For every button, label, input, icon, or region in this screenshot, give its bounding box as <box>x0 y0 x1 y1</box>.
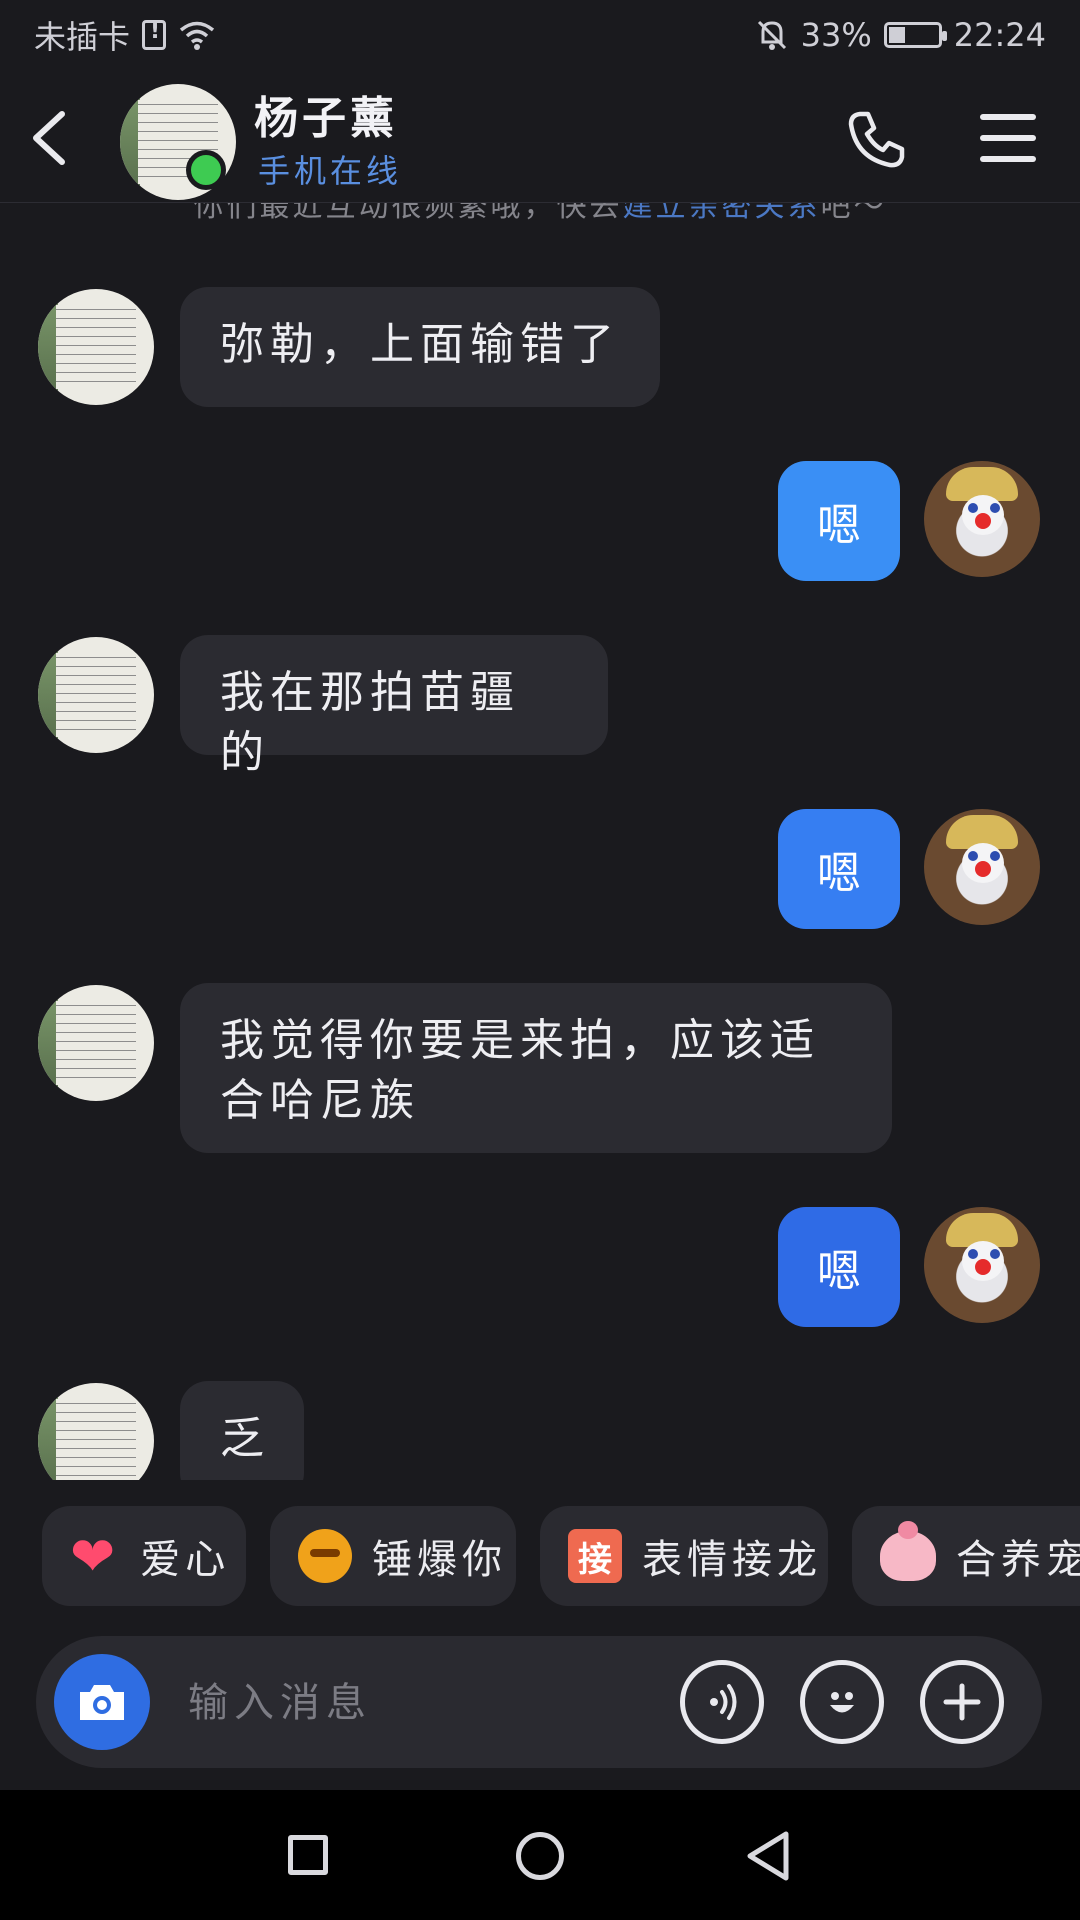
online-status: 手机在线 <box>258 152 403 190</box>
wifi-icon <box>179 21 215 50</box>
quick-reaction-love[interactable]: ❤ 爱心 <box>42 1506 246 1606</box>
contact-avatar[interactable] <box>38 1383 154 1480</box>
recent-apps-icon[interactable] <box>288 1835 328 1875</box>
camera-icon <box>80 1685 124 1720</box>
home-icon[interactable] <box>516 1832 564 1880</box>
quick-reaction-bar[interactable]: ❤ 爱心 锤爆你 接 表情接龙 合养宠物 <box>0 1506 1080 1610</box>
message-text: 我在那拍苗疆的 <box>220 667 520 778</box>
message-text: 我觉得你要是来拍，应该适合哈尼族 <box>220 1015 820 1126</box>
back-icon[interactable] <box>24 108 80 168</box>
jie-badge-text: 接 <box>568 1529 622 1583</box>
status-right: 33% 22:24 <box>755 16 1046 54</box>
intimacy-link[interactable]: 建立亲密关系 <box>623 203 821 224</box>
sim-alert-icon <box>142 19 167 50</box>
message-text: 嗯 <box>817 1246 861 1297</box>
message-text: 嗯 <box>817 848 861 899</box>
mute-bell-icon <box>757 20 786 50</box>
my-avatar[interactable] <box>924 461 1040 577</box>
contact-avatar[interactable] <box>38 637 154 753</box>
my-avatar[interactable] <box>924 809 1040 925</box>
incoming-message-bubble[interactable]: 我觉得你要是来拍，应该适合哈尼族 <box>180 983 892 1153</box>
message-input-bar <box>36 1636 1042 1768</box>
intimacy-hint: 你们最近互动很频繁哦，快去建立亲密关系吧～ <box>0 203 1080 225</box>
hint-suffix: 吧～ <box>820 203 887 224</box>
message-input[interactable] <box>186 1666 670 1740</box>
status-bar: 未插卡 33% 22:24 <box>0 0 1080 70</box>
status-left: 未插卡 <box>34 12 216 58</box>
emoji-button[interactable] <box>800 1660 884 1744</box>
online-indicator <box>186 150 226 190</box>
phone-call-icon[interactable] <box>846 108 908 170</box>
clock: 22:24 <box>953 16 1046 54</box>
angry-emoji-icon <box>298 1528 352 1584</box>
message-text: 弥勒，上面输错了 <box>220 319 620 370</box>
outgoing-message-bubble[interactable]: 嗯 <box>778 809 900 929</box>
battery-charging-icon <box>883 22 947 48</box>
outgoing-message-bubble[interactable]: 嗯 <box>778 1207 900 1327</box>
plus-button[interactable] <box>920 1660 1004 1744</box>
chip-label: 锤爆你 <box>372 1537 507 1583</box>
battery-percent: 33% <box>800 16 872 54</box>
my-avatar[interactable] <box>924 1207 1040 1323</box>
back-triangle-icon[interactable] <box>744 1830 794 1882</box>
jie-badge-icon: 接 <box>568 1528 622 1584</box>
heart-icon: ❤ <box>70 1524 121 1588</box>
outgoing-message-bubble[interactable]: 嗯 <box>778 461 900 581</box>
chip-label: 爱心 <box>140 1537 231 1583</box>
hint-text: 你们最近互动很频繁哦，快去 <box>193 203 623 224</box>
emoji-icon <box>830 1692 854 1713</box>
incoming-message-bubble[interactable]: 弥勒，上面输错了 <box>180 287 660 407</box>
quick-reaction-sticker-chain[interactable]: 接 表情接龙 <box>540 1506 828 1606</box>
menu-icon[interactable] <box>980 114 1036 164</box>
contact-avatar[interactable] <box>38 985 154 1101</box>
plus-icon <box>943 1683 981 1721</box>
message-text: 乏 <box>220 1413 270 1464</box>
quick-reaction-hammer[interactable]: 锤爆你 <box>270 1506 516 1606</box>
incoming-message-bubble[interactable]: 我在那拍苗疆的 <box>180 635 608 778</box>
voice-button[interactable] <box>680 1660 764 1744</box>
chip-label: 合养宠物 <box>956 1537 1080 1583</box>
chat-header: 杨子薰 手机在线 <box>0 70 1080 203</box>
voice-icon <box>710 1684 737 1720</box>
chip-label: 表情接龙 <box>642 1537 822 1583</box>
camera-button[interactable] <box>54 1654 150 1750</box>
contact-name[interactable]: 杨子薰 <box>254 82 398 146</box>
carrier-text: 未插卡 <box>34 18 131 56</box>
contact-avatar[interactable] <box>38 289 154 405</box>
message-text: 嗯 <box>817 500 861 551</box>
system-nav-bar <box>0 1790 1080 1920</box>
quick-reaction-pet[interactable]: 合养宠物 <box>852 1506 1080 1606</box>
chat-area[interactable]: 你们最近互动很频繁哦，快去建立亲密关系吧～ 弥勒，上面输错了 嗯 我在那拍苗疆的… <box>0 203 1080 1480</box>
pet-icon <box>880 1521 936 1584</box>
incoming-message-bubble[interactable]: 乏 <box>180 1381 304 1480</box>
